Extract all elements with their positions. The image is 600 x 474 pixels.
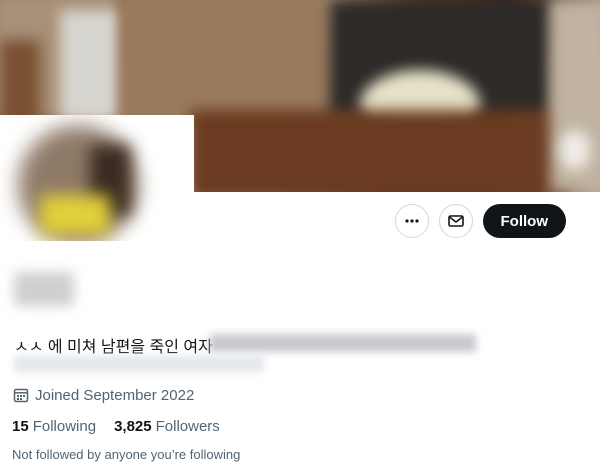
follow-counts: 15 Following 3,825 Followers [12, 418, 220, 435]
followers-count: 3,825 [114, 418, 152, 435]
avatar[interactable] [0, 115, 194, 241]
joined-date: Joined September 2022 [35, 386, 195, 404]
following-link[interactable]: 15 Following [12, 418, 96, 435]
following-count: 15 [12, 418, 29, 435]
bio-redacted [210, 334, 476, 352]
more-horizontal-icon [404, 219, 419, 223]
message-button[interactable] [438, 204, 473, 238]
bio-link-redacted [14, 356, 264, 372]
display-name-redacted [14, 272, 74, 306]
profile-actions: Follow [394, 204, 566, 238]
profile-bio: ㅅㅅ 에 미쳐 남편을 죽인 여자 [14, 339, 213, 356]
calendar-icon [13, 388, 29, 403]
envelope-icon [447, 215, 464, 227]
more-button[interactable] [394, 204, 429, 238]
joined-date-row: Joined September 2022 [12, 386, 194, 404]
not-followed-notice: Not followed by anyone you’re following [12, 447, 241, 462]
follow-button[interactable]: Follow [482, 204, 566, 238]
followers-label: Followers [155, 418, 220, 435]
following-label: Following [32, 418, 97, 435]
followers-link[interactable]: 3,825 Followers [114, 418, 220, 435]
